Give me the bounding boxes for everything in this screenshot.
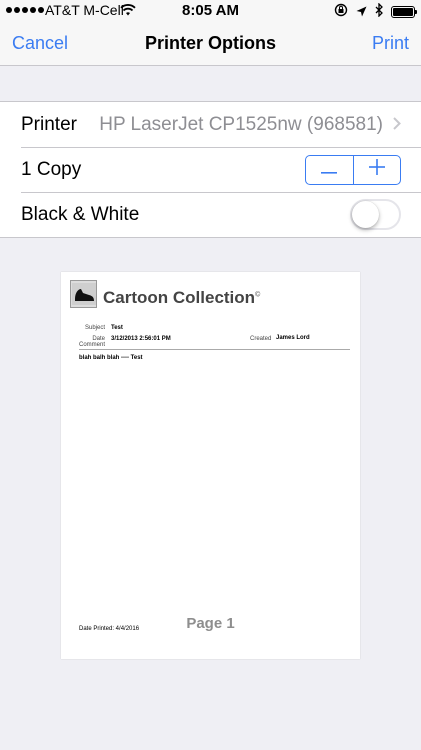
shoe-logo-icon: [70, 280, 97, 308]
top-bar: AT&T M-Cell 8:05 AM Cancel Printer Optio…: [0, 0, 421, 66]
print-button[interactable]: Print: [372, 33, 409, 54]
divider: [79, 349, 350, 350]
copies-row: 1 Copy: [0, 147, 421, 192]
navigation-bar: Cancel Printer Options Print: [0, 22, 421, 66]
lock-rotation-icon: [334, 3, 348, 20]
printer-row[interactable]: Printer HP LaserJet CP1525nw (968581): [0, 102, 421, 147]
location-arrow-icon: [356, 4, 367, 20]
page-number: Page 1: [186, 615, 235, 632]
toggle-knob: [352, 201, 379, 228]
document-title: Cartoon Collection©: [103, 288, 260, 308]
copies-label: 1 Copy: [21, 158, 82, 180]
comment-text: blah balh blah ---- Test: [79, 355, 143, 361]
printer-name: HP LaserJet CP1525nw (968581): [99, 113, 383, 135]
created-value: James Lord: [276, 335, 310, 341]
created-label: Created: [250, 336, 272, 342]
status-bar: AT&T M-Cell 8:05 AM: [0, 0, 421, 22]
copies-stepper[interactable]: [305, 154, 401, 185]
document-title-text: Cartoon Collection: [103, 288, 256, 307]
chevron-right-icon: [393, 114, 401, 135]
print-preview-page: Cartoon Collection© Subject Test Date 3/…: [61, 272, 360, 659]
printer-value: HP LaserJet CP1525nw (968581): [99, 114, 401, 136]
decrement-button[interactable]: [306, 156, 353, 184]
copyright-mark: ©: [255, 291, 261, 299]
black-white-row: Black & White: [0, 192, 421, 237]
minus-icon: [321, 161, 338, 179]
page-title: Printer Options: [144, 33, 276, 53]
bluetooth-icon: [375, 2, 383, 20]
black-white-label: Black & White: [21, 203, 140, 225]
battery-icon: [391, 5, 417, 18]
date-value: 3/12/2013 2:56:01 PM: [111, 336, 171, 342]
increment-button[interactable]: [352, 155, 401, 184]
printer-options-list: Printer HP LaserJet CP1525nw (968581) 1 …: [0, 101, 421, 238]
comment-label: Comment: [78, 342, 105, 348]
black-white-toggle[interactable]: [350, 199, 401, 230]
plus-icon: [368, 159, 385, 180]
subject-label: Subject: [84, 325, 105, 331]
subject-value: Test: [111, 325, 123, 331]
printer-label: Printer: [21, 113, 77, 135]
